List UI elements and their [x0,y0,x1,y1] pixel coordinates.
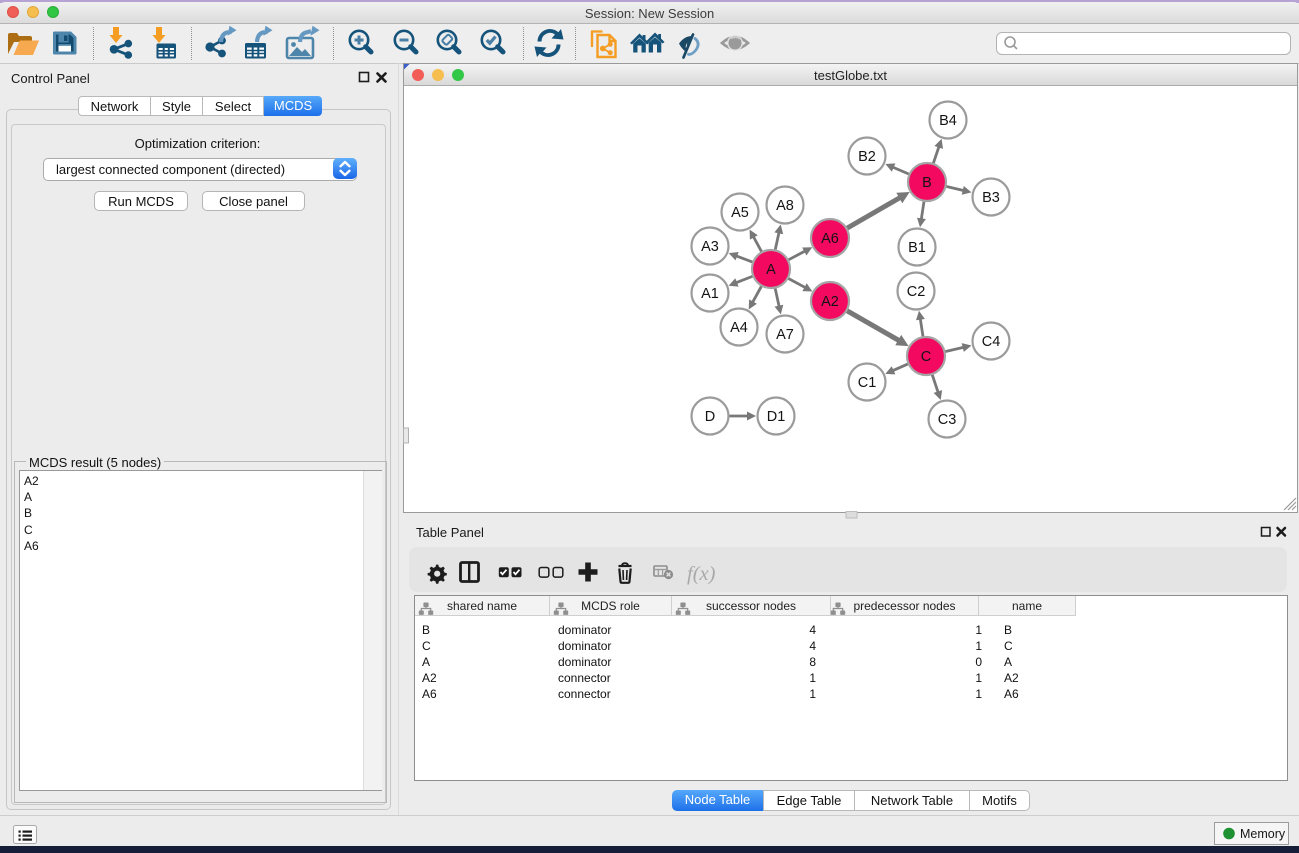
svg-text:A3: A3 [701,239,719,255]
svg-text:D: D [705,409,715,425]
svg-text:A7: A7 [776,327,794,343]
svg-text:C2: C2 [907,284,926,300]
svg-text:B: B [922,175,932,191]
svg-text:B4: B4 [939,113,957,129]
svg-text:B1: B1 [908,240,926,256]
svg-text:C4: C4 [982,334,1001,350]
svg-text:B3: B3 [982,190,1000,206]
svg-text:A6: A6 [821,231,839,247]
svg-text:D1: D1 [767,409,786,425]
svg-text:A1: A1 [701,286,719,302]
svg-text:A8: A8 [776,198,794,214]
svg-text:C: C [921,349,931,365]
svg-text:A: A [766,262,776,278]
svg-text:A4: A4 [730,320,748,336]
svg-text:A2: A2 [821,294,839,310]
svg-text:C3: C3 [938,412,957,428]
svg-text:B2: B2 [858,149,876,165]
svg-text:C1: C1 [858,375,877,391]
svg-text:A5: A5 [731,205,749,221]
